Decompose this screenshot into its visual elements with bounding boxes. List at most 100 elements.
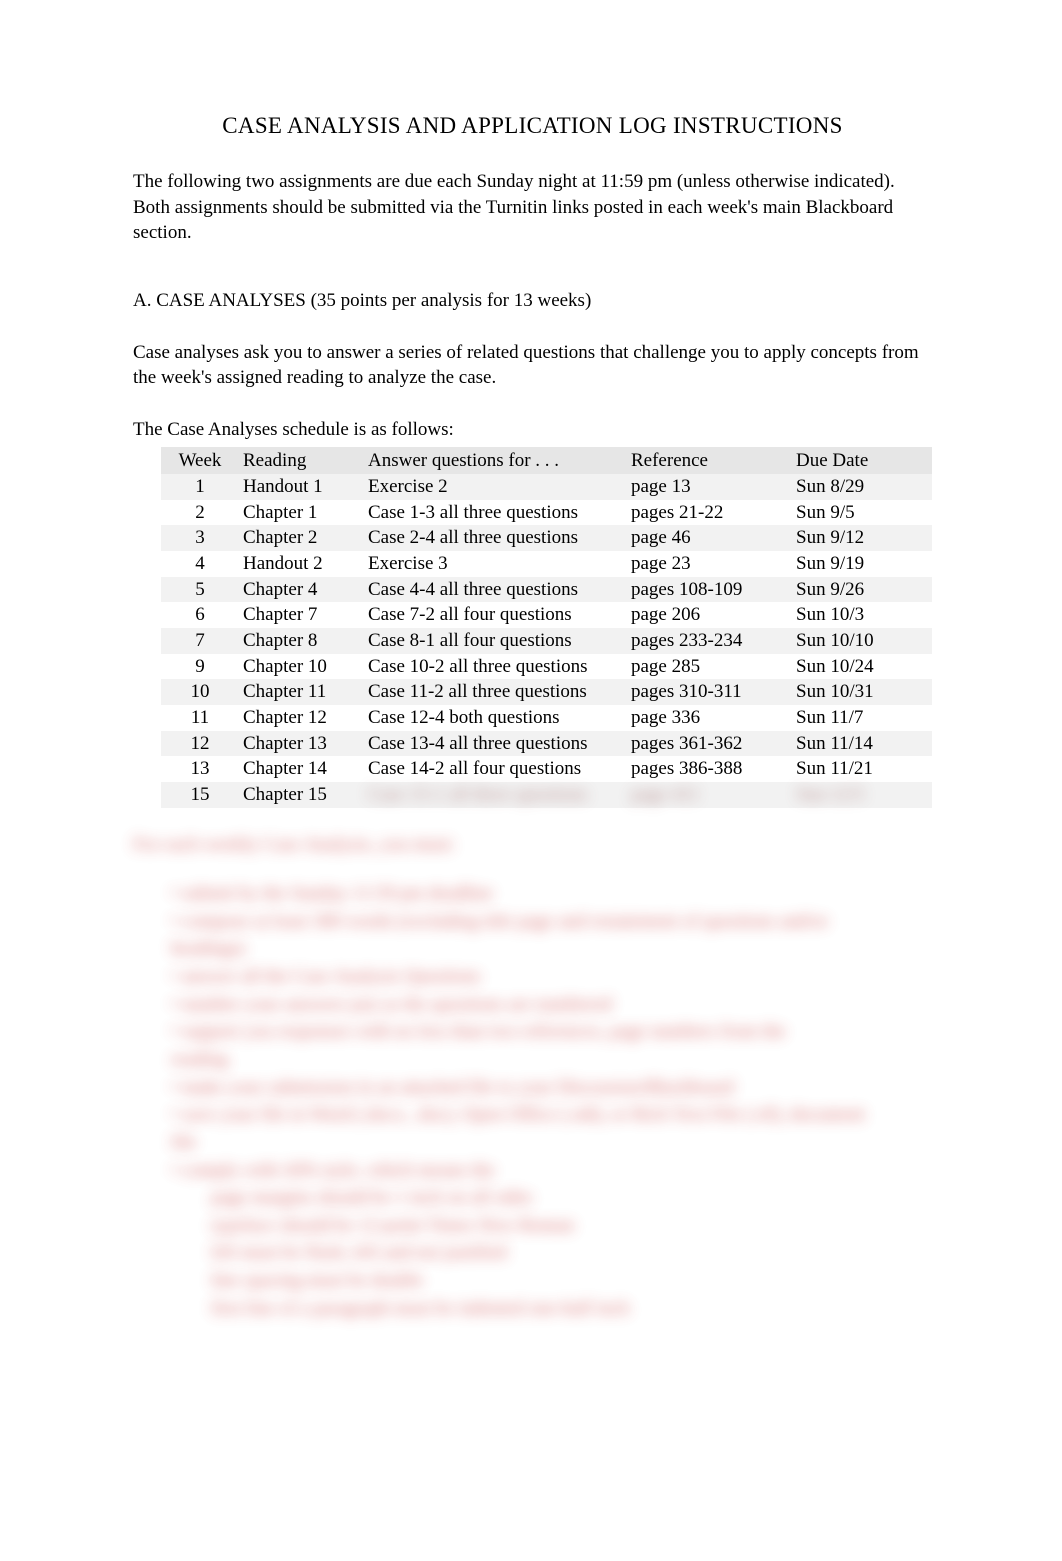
cell-reading: Chapter 7 (239, 602, 364, 628)
cell-reading: Handout 2 (239, 551, 364, 577)
blurred-line: • compose at least 300 words (excluding … (133, 909, 932, 935)
cell-reading: Chapter 12 (239, 705, 364, 731)
cell-reference: page 206 (627, 602, 792, 628)
cell-reading: Chapter 13 (239, 731, 364, 757)
table-row: 15Chapter 15Case 15-1 all three question… (161, 782, 932, 808)
cell-reading: Chapter 1 (239, 500, 364, 526)
blurred-line: • submit by the Sunday 11:59 pm deadline (133, 881, 932, 907)
blurred-line: • support you responses with no less tha… (133, 1019, 932, 1045)
blurred-line: page margins should be 1 inch on all sid… (133, 1185, 932, 1211)
cell-answer: Case 1-3 all three questions (364, 500, 627, 526)
table-row: 3Chapter 2Case 2-4 all three questionspa… (161, 525, 932, 551)
schedule-intro: The Case Analyses schedule is as follows… (133, 417, 932, 443)
cell-due: Sun 10/31 (792, 679, 932, 705)
cell-due: Sun 8/29 (792, 474, 932, 500)
cell-answer: Case 15-1 all three questions (364, 782, 627, 808)
cell-reading: Chapter 11 (239, 679, 364, 705)
table-row: 2Chapter 1Case 1-3 all three questionspa… (161, 500, 932, 526)
table-row: 9Chapter 10Case 10-2 all three questions… (161, 654, 932, 680)
cell-answer: Case 13-4 all three questions (364, 731, 627, 757)
table-row: 4Handout 2Exercise 3page 23Sun 9/19 (161, 551, 932, 577)
cell-answer: Exercise 3 (364, 551, 627, 577)
cell-week: 3 (161, 525, 239, 551)
cell-reference: pages 21-22 (627, 500, 792, 526)
blurred-line: left must be flush, left and not justifi… (133, 1240, 932, 1266)
blurred-line: reading (133, 1047, 932, 1073)
blurred-heading: For each weekly Case Analysis, you must: (133, 832, 932, 858)
col-answer: Answer questions for . . . (364, 447, 627, 475)
cell-answer: Case 2-4 all three questions (364, 525, 627, 551)
document-page: CASE ANALYSIS AND APPLICATION LOG INSTRU… (0, 0, 1062, 1321)
cell-week: 7 (161, 628, 239, 654)
blurred-line: • make your submission in an attached fi… (133, 1075, 932, 1101)
cell-reference: page 285 (627, 654, 792, 680)
blurred-content: For each weekly Case Analysis, you must:… (133, 832, 932, 1322)
cell-due: Sun 11/7 (792, 705, 932, 731)
cell-reference: pages 361-362 (627, 731, 792, 757)
cell-due: Sun 9/19 (792, 551, 932, 577)
cell-due: Sun 10/3 (792, 602, 932, 628)
table-row: 13Chapter 14Case 14-2 all four questions… (161, 756, 932, 782)
cell-answer: Case 11-2 all three questions (364, 679, 627, 705)
cell-due: Sun 12/5 (792, 782, 932, 808)
cell-due: Sun 9/12 (792, 525, 932, 551)
cell-reference: page 336 (627, 705, 792, 731)
blurred-line: file (133, 1130, 932, 1156)
cell-week: 10 (161, 679, 239, 705)
cell-due: Sun 9/5 (792, 500, 932, 526)
cell-reading: Chapter 8 (239, 628, 364, 654)
table-row: 11Chapter 12Case 12-4 both questionspage… (161, 705, 932, 731)
table-row: 6Chapter 7Case 7-2 all four questionspag… (161, 602, 932, 628)
blurred-line: first line of a paragraph must be indent… (133, 1296, 932, 1322)
blurred-line: • comply with APA style, which means the (133, 1158, 932, 1184)
blurred-line: • save your file in Word (.docx, .doc), … (133, 1102, 932, 1128)
cell-reference: page 411 (627, 782, 792, 808)
col-week: Week (161, 447, 239, 475)
cell-reference: pages 386-388 (627, 756, 792, 782)
schedule-table: Week Reading Answer questions for . . . … (161, 447, 932, 808)
cell-answer: Case 8-1 all four questions (364, 628, 627, 654)
table-row: 7Chapter 8Case 8-1 all four questionspag… (161, 628, 932, 654)
cell-week: 13 (161, 756, 239, 782)
cell-week: 2 (161, 500, 239, 526)
cell-week: 9 (161, 654, 239, 680)
cell-reading: Chapter 14 (239, 756, 364, 782)
cell-due: Sun 9/26 (792, 577, 932, 603)
cell-reference: pages 310-311 (627, 679, 792, 705)
table-row: 1Handout 1Exercise 2page 13Sun 8/29 (161, 474, 932, 500)
table-header-row: Week Reading Answer questions for . . . … (161, 447, 932, 475)
cell-answer: Case 4-4 all three questions (364, 577, 627, 603)
blurred-line: line spacing must be double (133, 1268, 932, 1294)
cell-answer: Case 10-2 all three questions (364, 654, 627, 680)
section-a-heading: A. CASE ANALYSES (35 points per analysis… (133, 288, 932, 314)
schedule-table-container: Week Reading Answer questions for . . . … (133, 447, 932, 808)
cell-reference: pages 233-234 (627, 628, 792, 654)
cell-reference: page 13 (627, 474, 792, 500)
intro-paragraph: The following two assignments are due ea… (133, 169, 932, 246)
cell-due: Sun 10/10 (792, 628, 932, 654)
col-due: Due Date (792, 447, 932, 475)
cell-week: 1 (161, 474, 239, 500)
cell-reading: Handout 1 (239, 474, 364, 500)
blurred-line: typeface should be 12-point Times New Ro… (133, 1213, 932, 1239)
blurred-line: • answer all the Case Analysis Questions (133, 964, 932, 990)
cell-reference: pages 108-109 (627, 577, 792, 603)
table-row: 5Chapter 4Case 4-4 all three questionspa… (161, 577, 932, 603)
cell-week: 6 (161, 602, 239, 628)
cell-due: Sun 11/21 (792, 756, 932, 782)
cell-week: 5 (161, 577, 239, 603)
table-row: 12Chapter 13Case 13-4 all three question… (161, 731, 932, 757)
col-reading: Reading (239, 447, 364, 475)
cell-week: 11 (161, 705, 239, 731)
cell-answer: Case 12-4 both questions (364, 705, 627, 731)
cell-due: Sun 11/14 (792, 731, 932, 757)
cell-answer: Case 7-2 all four questions (364, 602, 627, 628)
cell-week: 15 (161, 782, 239, 808)
case-description: Case analyses ask you to answer a series… (133, 340, 932, 391)
blurred-line: headings) (133, 936, 932, 962)
cell-reading: Chapter 2 (239, 525, 364, 551)
cell-reference: page 23 (627, 551, 792, 577)
cell-week: 12 (161, 731, 239, 757)
cell-reading: Chapter 4 (239, 577, 364, 603)
cell-answer: Case 14-2 all four questions (364, 756, 627, 782)
